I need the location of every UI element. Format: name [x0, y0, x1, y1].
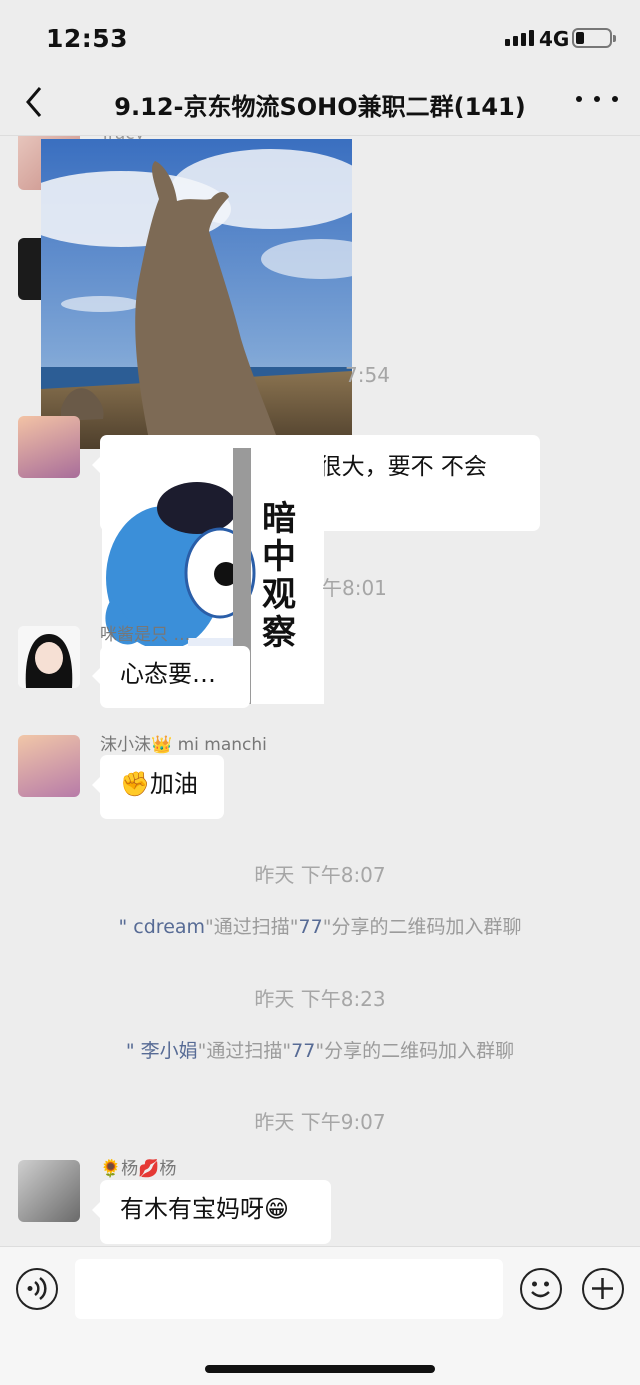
network-label: 4G [539, 27, 570, 51]
joined-user[interactable]: " 李小娟 [126, 1040, 198, 1062]
timestamp-partial: 7:54 [345, 363, 390, 387]
message-text: 有木有宝妈呀😁 [120, 1195, 290, 1223]
message-text: 心态要… [120, 660, 216, 688]
inviter-user[interactable]: 77 [291, 1040, 315, 1062]
emoji-icon[interactable] [520, 1268, 562, 1310]
timestamp: 昨天 下午9:07 [254, 1110, 386, 1134]
system-message: " cdream"通过扫描"77"分享的二维码加入群聊 [118, 916, 522, 938]
chat-header: 9.12-京东物流SOHO兼职二群(141) [0, 70, 640, 136]
system-message: " 李小娟"通过扫描"77"分享的二维码加入群聊 [125, 1040, 515, 1062]
message-bubble[interactable]: ✊加油 [92, 755, 224, 819]
chat-title: 9.12-京东物流SOHO兼职二群(141) [114, 93, 526, 121]
sender-name: 🌻杨💋杨 [100, 1159, 177, 1179]
message-text: ✊加油 [120, 770, 198, 798]
joined-user[interactable]: " cdream [119, 916, 206, 938]
sticker-caption: 暗中观察 [262, 499, 296, 653]
inviter-user[interactable]: 77 [299, 916, 323, 938]
message-input[interactable] [75, 1259, 503, 1319]
timestamp: 昨天 下午8:23 [254, 987, 386, 1011]
message-bubble[interactable]: 有木有宝妈呀😁 [92, 1180, 331, 1244]
avatar[interactable] [18, 735, 80, 797]
avatar[interactable] [18, 626, 80, 688]
input-bar [0, 1246, 640, 1385]
status-time: 12:53 [46, 24, 129, 53]
sender-name: 沫小沫👑 mi manchi [100, 735, 267, 755]
signal-icon [505, 30, 534, 46]
message-list[interactable]: Tracy 7:54 做这个人 …… 肯定很大，要 [0, 136, 640, 1246]
add-icon[interactable] [582, 1268, 624, 1310]
status-bar: 12:53 4G [0, 0, 640, 70]
avatar[interactable] [18, 416, 80, 478]
more-icon[interactable] [576, 96, 618, 112]
sender-name: 咪酱是只 … [100, 625, 191, 645]
kangaroo-image[interactable] [41, 139, 352, 449]
battery-icon [572, 28, 616, 48]
home-indicator [205, 1365, 435, 1373]
avatar[interactable] [18, 1160, 80, 1222]
voice-icon[interactable] [16, 1268, 58, 1310]
timestamp: 昨天 下午8:07 [254, 863, 386, 887]
timestamp-partial: 午8:01 [322, 576, 387, 600]
message-bubble[interactable]: 心态要… [92, 646, 250, 708]
